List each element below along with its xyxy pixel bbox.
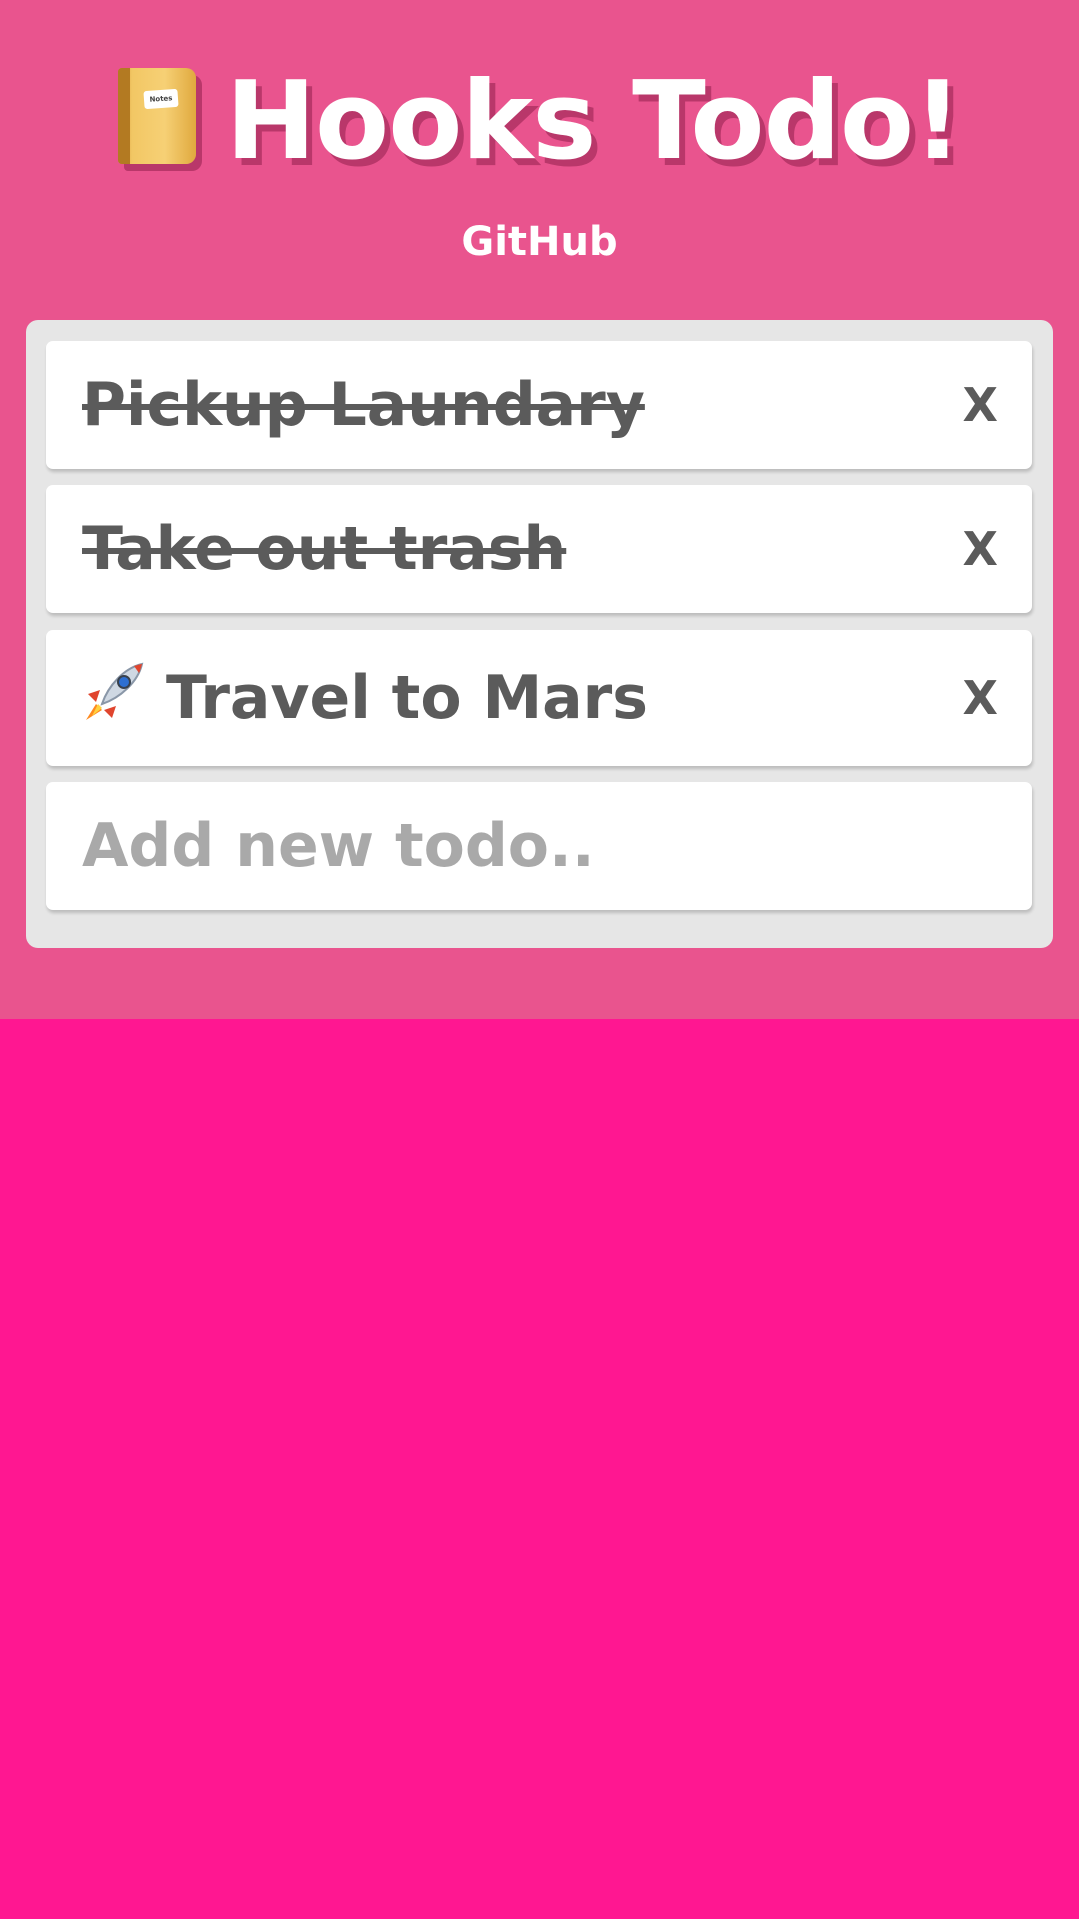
remove-todo-button[interactable]: X [963, 485, 998, 613]
title-text: Hooks Todo! [225, 59, 963, 184]
notebook-icon: Notes [117, 68, 196, 164]
notebook-tag: Notes [143, 88, 179, 110]
todo-item[interactable]: Take out trash X [46, 485, 1032, 613]
todo-content[interactable]: Travel to Mars [82, 630, 648, 766]
remove-todo-button[interactable]: X [963, 630, 998, 766]
remove-todo-button[interactable]: X [963, 341, 998, 469]
todo-item[interactable]: Travel to Mars X [46, 630, 1032, 766]
app-container: Notes Hooks Todo! GitHub Pickup Laundary … [0, 0, 1079, 1019]
rocket-icon [82, 636, 146, 720]
page-title: Notes Hooks Todo! [0, 52, 1079, 192]
todo-text[interactable]: Pickup Laundary [82, 341, 645, 469]
new-todo-input[interactable] [46, 782, 1032, 910]
todo-text[interactable]: Travel to Mars [166, 663, 648, 733]
github-link[interactable]: GitHub [0, 214, 1079, 270]
todo-item[interactable]: Pickup Laundary X [46, 341, 1032, 469]
todo-text[interactable]: Take out trash [82, 485, 566, 613]
todo-panel: Pickup Laundary X Take out trash X Trave… [26, 320, 1053, 948]
